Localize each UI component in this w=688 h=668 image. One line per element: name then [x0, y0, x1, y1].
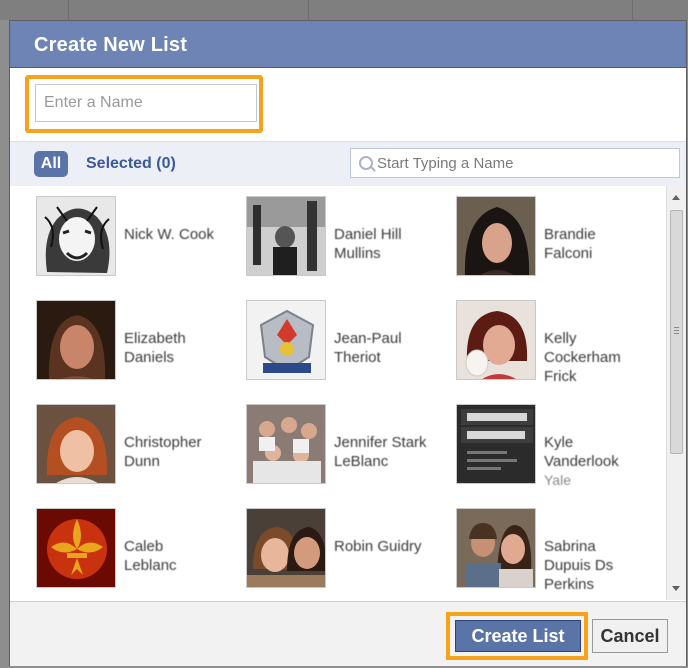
- friend-name: Kyle Vanderlook Yale: [544, 414, 654, 509]
- friend-item[interactable]: Nick W. Cook: [36, 196, 241, 286]
- friend-photo: [456, 404, 536, 484]
- friend-item[interactable]: Jennifer Stark LeBlanc: [246, 404, 451, 494]
- friend-item[interactable]: Jean-Paul Theriot: [246, 300, 451, 390]
- create-list-button[interactable]: Create List: [455, 620, 581, 652]
- background-divider: [632, 0, 633, 20]
- friend-name: Robin Guidry: [334, 538, 422, 555]
- friend-name: Daniel Hill Mullins: [334, 226, 402, 262]
- friend-photo: [246, 300, 326, 380]
- grip-line: [674, 330, 679, 331]
- friend-photo: [36, 300, 116, 380]
- background-page: [0, 0, 688, 20]
- friend-photo: [36, 508, 116, 588]
- friend-photo: [246, 196, 326, 276]
- background-divider: [308, 0, 309, 20]
- friend-item[interactable]: Robin Guidry: [246, 508, 451, 598]
- scrollbar-thumb[interactable]: [670, 210, 683, 454]
- friend-name: Kelly Cockerham Frick: [544, 330, 621, 385]
- friend-list-scrollbar[interactable]: [666, 186, 686, 600]
- dialog-title: Create New List: [34, 34, 188, 56]
- friend-photo: [456, 300, 536, 380]
- arrow-up-icon[interactable]: [672, 195, 680, 200]
- friend-name: Christopher Dunn: [124, 434, 202, 470]
- dialog-footer: Create List Cancel: [10, 601, 686, 666]
- friend-item[interactable]: Daniel Hill Mullins: [246, 196, 451, 286]
- friend-photo: [456, 196, 536, 276]
- friend-search-box[interactable]: [350, 148, 680, 178]
- grip-line: [674, 333, 679, 334]
- friend-item[interactable]: Caleb Leblanc: [36, 508, 241, 598]
- friend-item[interactable]: Elizabeth Daniels: [36, 300, 241, 390]
- friend-name: Sabrina Dupuis Ds Perkins: [544, 538, 614, 593]
- friend-item[interactable]: Christopher Dunn: [36, 404, 241, 494]
- friend-network: Yale: [544, 472, 571, 488]
- friend-name: Jean-Paul Theriot: [334, 330, 402, 366]
- friend-photo: [36, 196, 116, 276]
- tab-selected[interactable]: Selected (0): [86, 151, 176, 177]
- grip-line: [674, 327, 679, 328]
- dialog-titlebar: Create New List: [10, 21, 686, 68]
- friend-item[interactable]: Brandie Falconi: [456, 196, 661, 286]
- friend-photo: [36, 404, 116, 484]
- create-list-dialog: Create New List All Selected (0) N: [9, 20, 687, 666]
- tab-all[interactable]: All: [34, 151, 68, 177]
- background-divider: [68, 0, 69, 20]
- friend-name: Brandie Falconi: [544, 226, 596, 262]
- friend-photo: [456, 508, 536, 588]
- cancel-button[interactable]: Cancel: [592, 619, 668, 653]
- friend-item[interactable]: Kelly Cockerham Frick: [456, 300, 661, 390]
- friend-name: Nick W. Cook: [124, 226, 215, 243]
- friend-photo: [246, 404, 326, 484]
- friend-item[interactable]: Kyle Vanderlook Yale: [456, 404, 661, 494]
- arrow-down-icon[interactable]: [672, 586, 680, 591]
- friend-name: Caleb Leblanc: [124, 538, 177, 574]
- friend-search-input[interactable]: [377, 149, 673, 177]
- friend-photo: [246, 508, 326, 588]
- friend-name: Elizabeth Daniels: [124, 330, 186, 366]
- friend-name: Jennifer Stark LeBlanc: [334, 434, 427, 470]
- magnifier-icon: [359, 156, 373, 170]
- list-name-input[interactable]: [35, 84, 257, 122]
- friend-grid: Nick W. Cook Daniel Hill Mullins Brandie…: [10, 186, 666, 600]
- friend-item[interactable]: Sabrina Dupuis Ds Perkins: [456, 508, 661, 598]
- friend-filter-bar: All Selected (0): [10, 141, 686, 187]
